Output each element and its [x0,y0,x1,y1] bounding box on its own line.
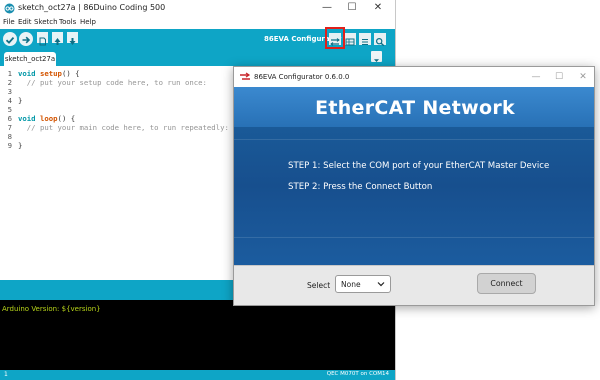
step-2-text: STEP 2: Press the Connect Button [288,182,433,192]
com-port-select-value: None [341,280,361,289]
new-file-icon [39,37,46,46]
configurator-title: 86EVA Configurator 0.6.0.0 [254,73,350,81]
footer-bar: 1 QEC M070T on COM14 [0,370,395,380]
ide-window-title: sketch_oct27a | 86Duino Coding 500 [18,3,166,12]
chevron-down-icon [374,59,379,62]
configurator-titlebar: 86EVA Configurator 0.6.0.0 — ☐ ✕ [234,67,594,87]
divider [234,237,594,238]
new-button[interactable] [37,32,48,46]
code-text: void loop() { [18,114,76,123]
checkmark-icon [5,36,15,44]
upload-button[interactable] [19,32,33,46]
serial-monitor-button[interactable] [374,33,386,47]
menu-sketch[interactable]: Sketch [34,18,58,26]
line-number-gutter: 7 [7,123,12,132]
menu-tools[interactable]: Tools [59,18,76,26]
tab-sketch[interactable]: sketch_oct27a [4,52,56,66]
highlight-annotation [325,27,345,49]
port-select-label: Select [307,281,331,290]
line-number-gutter: 9 [7,141,12,150]
code-text: } [18,141,23,150]
close-icon[interactable]: ✕ [573,71,593,83]
line-number-gutter: 2 [7,78,12,87]
line-number: 1 [4,371,8,378]
step-1-text: STEP 1: Select the COM port of your Ethe… [288,161,550,171]
arrow-down-icon [69,38,76,45]
arrow-up-icon [54,38,61,45]
line-number-gutter: 6 [7,114,12,123]
com-port-select[interactable]: None [335,275,391,293]
configurator-control-panel [234,265,594,305]
minimize-icon[interactable]: — [316,1,338,15]
tab-bar: sketch_oct27a [0,49,395,66]
line-number-gutter: 4 [7,96,12,105]
code-text: void setup() { [18,69,80,78]
list-icon [362,38,368,46]
menu-file[interactable]: File [3,18,15,26]
minimize-icon[interactable]: — [526,71,546,83]
configurator-window: 86EVA Configurator 0.6.0.0 — ☐ ✕ EtherCA… [233,66,595,306]
console-output: Arduino Version: ${version} [0,300,395,370]
grid-icon [345,38,355,46]
code-text: } [18,96,23,105]
code-text: // put your main code here, to run repea… [18,123,229,132]
tab-menu-button[interactable] [371,51,382,62]
save-button[interactable] [67,32,78,45]
line-number-gutter: 8 [7,132,12,141]
line-number-gutter: 5 [7,105,12,114]
maximize-icon[interactable]: ☐ [549,71,569,83]
configurator-app-icon [240,72,251,80]
maximize-icon[interactable]: ☐ [341,1,363,15]
arrow-right-icon [22,36,31,44]
ide-titlebar: sketch_oct27a | 86Duino Coding 500 — ☐ ✕ [0,0,395,17]
line-number-gutter: 3 [7,87,12,96]
app-icon [4,3,15,14]
console-text: Arduino Version: ${version} [2,305,101,313]
verify-button[interactable] [3,32,17,46]
connect-button[interactable]: Connect [477,273,536,294]
divider [234,139,594,140]
board-port-info: QEC M070T on COM14 [326,371,389,377]
line-number-gutter: 1 [7,69,12,78]
close-icon[interactable]: ✕ [367,1,389,15]
menu-edit[interactable]: Edit [18,18,32,26]
open-button[interactable] [52,32,63,45]
menu-help[interactable]: Help [80,18,96,26]
monitor-button[interactable] [344,33,356,46]
list-button[interactable] [359,33,371,46]
configurator-header: EtherCAT Network [234,87,594,127]
configurator-heading: EtherCAT Network [315,97,515,119]
magnifier-icon [375,37,385,47]
chevron-down-icon [377,282,385,287]
code-text: // put your setup code here, to run once… [18,78,207,87]
